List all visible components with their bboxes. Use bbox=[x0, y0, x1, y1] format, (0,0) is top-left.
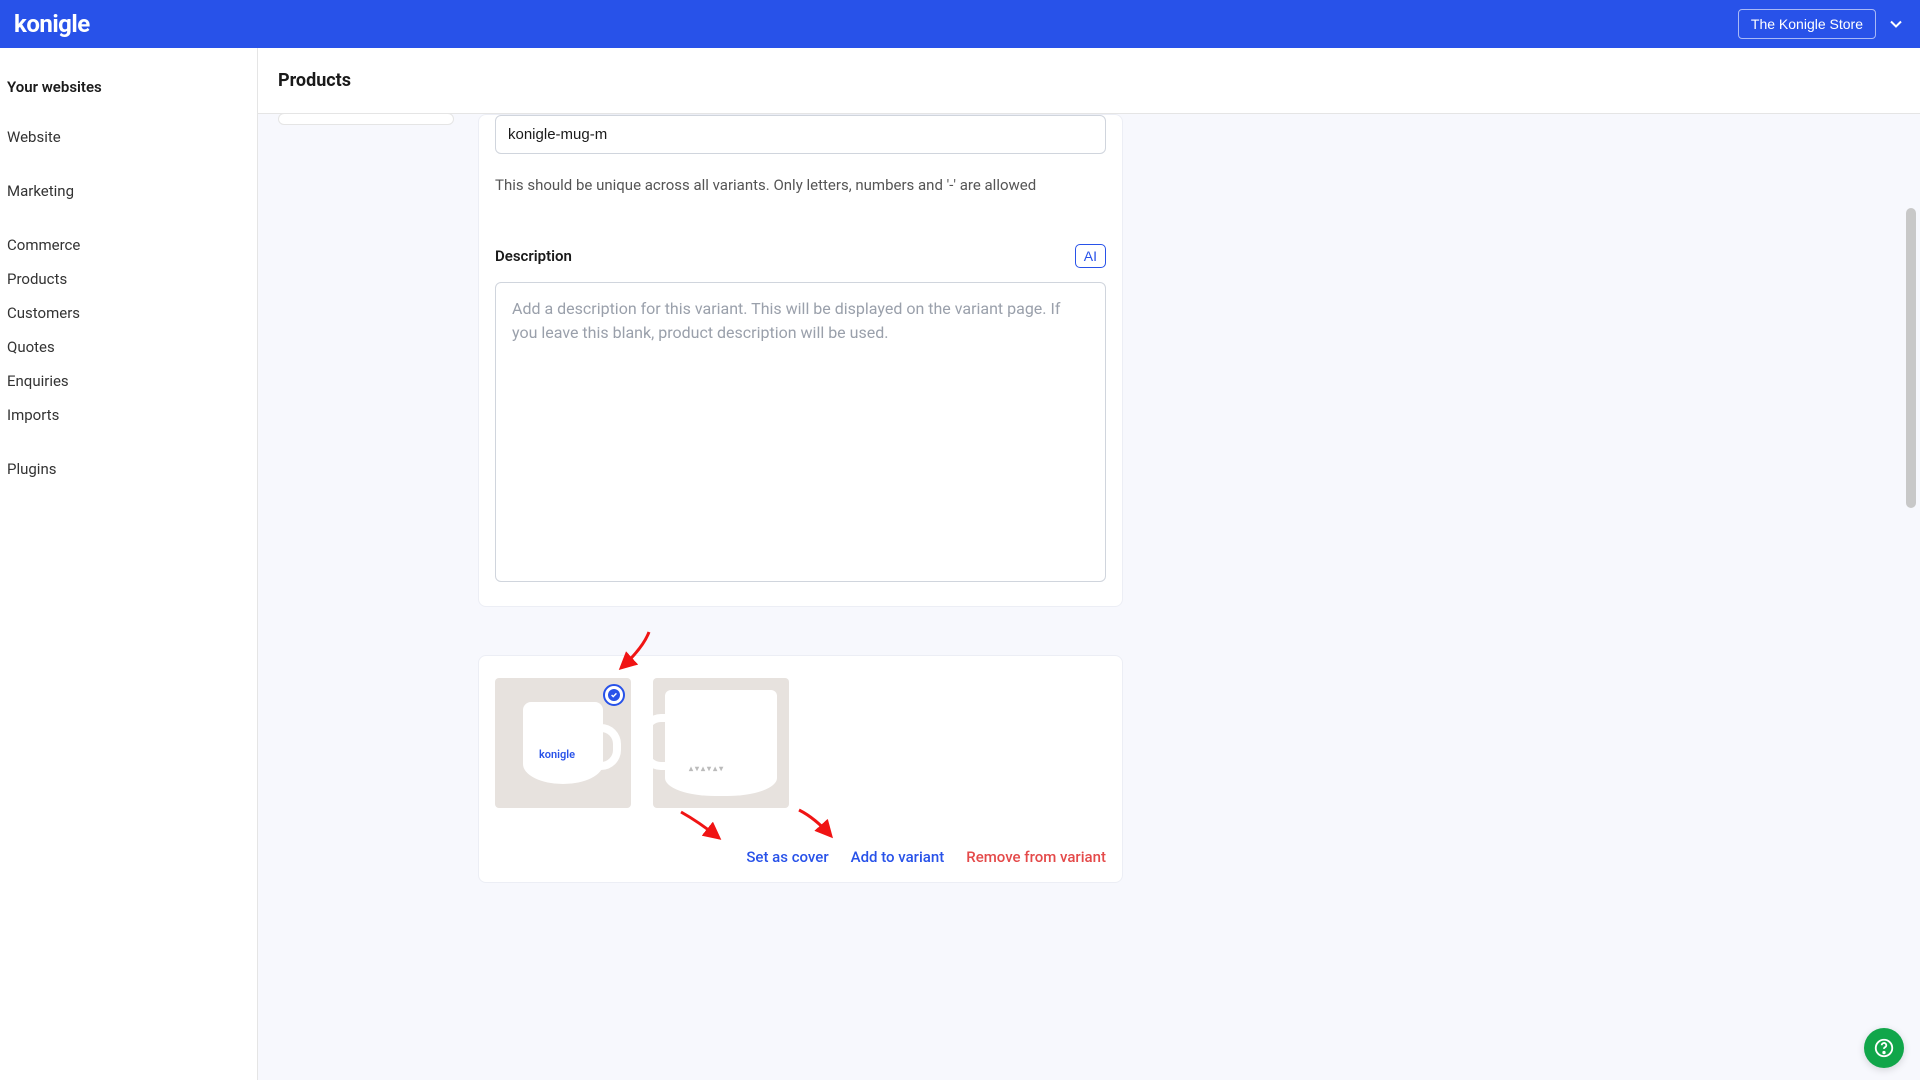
sidebar-item-plugins[interactable]: Plugins bbox=[0, 452, 257, 486]
ai-button[interactable]: AI bbox=[1075, 244, 1106, 268]
variant-detail-card: This should be unique across all variant… bbox=[478, 114, 1123, 607]
sidebar-item-commerce[interactable]: Commerce bbox=[0, 228, 257, 262]
annotation-arrow-3 bbox=[795, 806, 839, 844]
scrollbar-thumb[interactable] bbox=[1906, 208, 1916, 508]
remove-from-variant-link[interactable]: Remove from variant bbox=[966, 848, 1106, 866]
mug-label-1: konigle bbox=[539, 748, 575, 761]
logo-text: konigle bbox=[14, 10, 90, 38]
sidebar-item-quotes[interactable]: Quotes bbox=[0, 330, 257, 364]
add-to-variant-link[interactable]: Add to variant bbox=[851, 848, 945, 866]
sidebar-item-imports[interactable]: Imports bbox=[0, 398, 257, 432]
sidebar-item-marketing[interactable]: Marketing bbox=[0, 174, 257, 208]
annotation-arrow-2 bbox=[677, 808, 727, 846]
store-switcher: The Konigle Store bbox=[1738, 9, 1906, 39]
page-title: Products bbox=[278, 70, 1900, 91]
top-bar: konigle The Konigle Store bbox=[0, 0, 1920, 48]
logo: konigle bbox=[14, 10, 90, 38]
sidebar-item-enquiries[interactable]: Enquiries bbox=[0, 364, 257, 398]
sidebar-section-marketing: Marketing bbox=[0, 174, 257, 208]
store-select-button[interactable]: The Konigle Store bbox=[1738, 9, 1876, 39]
sidebar-heading: Your websites bbox=[0, 68, 257, 100]
main-header: Products bbox=[258, 48, 1920, 114]
image-actions-row: Set as cover Add to variant Remove from … bbox=[495, 848, 1106, 866]
check-icon bbox=[608, 689, 620, 701]
annotation-arrow-1 bbox=[613, 630, 653, 674]
center-column: This should be unique across all variant… bbox=[478, 114, 1123, 883]
mug-label-2: ▴▾▴▾▴▾ bbox=[689, 764, 725, 773]
selected-check-badge bbox=[603, 684, 625, 706]
sidebar-section-commerce: Commerce Products Customers Quotes Enqui… bbox=[0, 228, 257, 432]
sku-helper-text: This should be unique across all variant… bbox=[495, 176, 1106, 194]
sidebar-item-website[interactable]: Website bbox=[0, 120, 257, 154]
mini-card-stub bbox=[278, 113, 454, 125]
sidebar: Your websites Website Marketing Commerce… bbox=[0, 48, 258, 1080]
image-thumb-2[interactable]: ▴▾▴▾▴▾ bbox=[653, 678, 789, 808]
help-fab[interactable] bbox=[1864, 1028, 1904, 1068]
scrollbar-track[interactable] bbox=[1904, 48, 1918, 1080]
description-textarea[interactable]: Add a description for this variant. This… bbox=[495, 282, 1106, 582]
sidebar-item-customers[interactable]: Customers bbox=[0, 296, 257, 330]
mug-illustration-2: ▴▾▴▾▴▾ bbox=[665, 690, 777, 796]
sidebar-item-products[interactable]: Products bbox=[0, 262, 257, 296]
image-thumb-1[interactable]: konigle bbox=[495, 678, 631, 808]
sidebar-section-plugins: Plugins bbox=[0, 452, 257, 486]
description-header-row: Description AI bbox=[495, 244, 1106, 268]
sidebar-section-website: Website bbox=[0, 120, 257, 154]
page-body: Your websites Website Marketing Commerce… bbox=[0, 48, 1920, 1080]
content-row: This should be unique across all variant… bbox=[258, 114, 1920, 923]
chevron-down-icon[interactable] bbox=[1886, 14, 1906, 34]
variant-images-card: konigle ▴▾▴▾▴▾ bbox=[478, 655, 1123, 883]
main-area: Products This should be unique across al… bbox=[258, 48, 1920, 1080]
left-mini-panel bbox=[278, 114, 454, 883]
set-as-cover-link[interactable]: Set as cover bbox=[746, 848, 828, 866]
sku-input[interactable] bbox=[495, 115, 1106, 154]
image-thumbnails: konigle ▴▾▴▾▴▾ bbox=[495, 678, 1106, 808]
mug-illustration-1: konigle bbox=[523, 702, 603, 784]
description-label: Description bbox=[495, 247, 572, 265]
